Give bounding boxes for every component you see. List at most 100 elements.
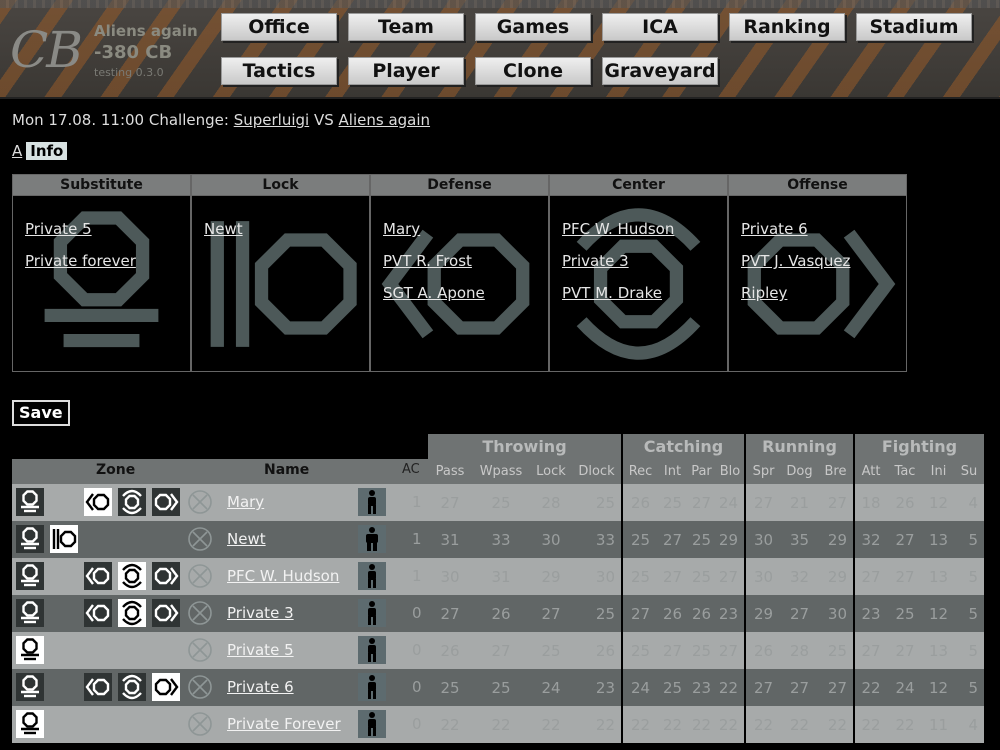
offense-zone-icon[interactable] <box>152 673 180 701</box>
stat-dlock: 26 <box>572 632 622 669</box>
zone-center: Center PFC W. Hudson Private 3 PVT M. Drake <box>549 174 728 372</box>
zone-drop-area[interactable]: Mary PVT R. Frost SGT A. Apone <box>371 196 548 372</box>
nav-clone-button[interactable]: Clone <box>475 57 591 85</box>
substitute-zone-icon[interactable] <box>16 673 44 701</box>
player-name-link[interactable]: Private 6 <box>227 678 294 696</box>
stat-wpass: 26 <box>472 595 530 632</box>
remove-icon[interactable] <box>186 488 214 516</box>
player-name-link[interactable]: PFC W. Hudson <box>227 567 339 585</box>
home-team-link[interactable]: Superluigi <box>234 111 309 129</box>
row-player-cell: Newt 1 <box>12 521 428 558</box>
tab-a[interactable]: A <box>12 142 22 160</box>
zone-title: Offense <box>729 175 906 196</box>
offense-zone-icon[interactable] <box>152 599 180 627</box>
stat-lock: 30 <box>530 521 572 558</box>
offense-zone-icon[interactable] <box>152 488 180 516</box>
zone-player-link[interactable]: Private 3 <box>562 252 674 284</box>
stat-spr: 22 <box>744 706 781 743</box>
stat-tac: 22 <box>887 706 923 743</box>
stat-dlock: 25 <box>572 595 622 632</box>
column-header-wpass: Wpass <box>472 459 530 484</box>
stat-par: 25 <box>687 632 716 669</box>
stat-par: 27 <box>687 484 716 521</box>
zone-drop-area[interactable]: PFC W. Hudson Private 3 PVT M. Drake <box>550 196 727 372</box>
table-row: Mary 1 27 25 28 25 26 25 27 24 27 21 27 18 26 12 4 <box>12 484 984 521</box>
tab-row: A Info <box>12 142 68 160</box>
zone-player-link[interactable]: Newt <box>204 220 243 252</box>
stat-rec: 26 <box>621 484 658 521</box>
row-player-cell: Mary 1 <box>12 484 428 521</box>
nav-ranking-button[interactable]: Ranking <box>729 13 845 41</box>
substitute-zone-icon[interactable] <box>16 525 44 553</box>
stat-wpass: 22 <box>472 706 530 743</box>
player-name-link[interactable]: Mary <box>227 493 264 511</box>
zone-drop-area[interactable]: Private 5 Private forever <box>13 196 190 372</box>
center-zone-icon[interactable] <box>118 673 146 701</box>
defense-zone-icon[interactable] <box>84 488 112 516</box>
remove-icon[interactable] <box>186 599 214 627</box>
player-figure-icon <box>358 710 386 738</box>
nav-office-button[interactable]: Office <box>221 13 337 41</box>
ac-column-header: AC <box>402 462 420 477</box>
zone-drop-area[interactable]: Private 6 PVT J. Vasquez Ripley <box>729 196 906 372</box>
zone-player-link[interactable]: PFC W. Hudson <box>562 220 674 252</box>
substitute-zone-icon[interactable] <box>16 636 44 664</box>
player-name-link[interactable]: Newt <box>227 530 266 548</box>
row-player-cell: Private Forever 0 <box>12 706 428 743</box>
nav-ica-button[interactable]: ICA <box>602 13 718 41</box>
save-button[interactable]: Save <box>12 400 70 426</box>
stat-dog: 27 <box>781 669 818 706</box>
zone-player-link[interactable]: Ripley <box>741 284 850 316</box>
stat-bre: 25 <box>818 632 854 669</box>
stat-int: 27 <box>658 521 687 558</box>
stat-spr: 27 <box>744 669 781 706</box>
substitute-zone-icon[interactable] <box>16 562 44 590</box>
zone-player-link[interactable]: Private 6 <box>741 220 850 252</box>
player-name-link[interactable]: Private 5 <box>227 641 294 659</box>
offense-zone-icon[interactable] <box>152 562 180 590</box>
zone-defense: Defense Mary PVT R. Frost SGT A. Apone <box>370 174 549 372</box>
nav-stadium-button[interactable]: Stadium <box>856 13 972 41</box>
defense-zone-icon[interactable] <box>84 673 112 701</box>
remove-icon[interactable] <box>186 636 214 664</box>
substitute-zone-icon[interactable] <box>16 599 44 627</box>
stat-ini: 12 <box>923 595 954 632</box>
left-header: Zone Name AC <box>12 459 428 484</box>
substitute-zone-icon[interactable] <box>16 488 44 516</box>
center-zone-icon[interactable] <box>118 599 146 627</box>
center-zone-icon[interactable] <box>118 562 146 590</box>
nav-tactics-button[interactable]: Tactics <box>221 57 337 85</box>
zone-player-link[interactable]: SGT A. Apone <box>383 284 485 316</box>
center-zone-icon[interactable] <box>118 488 146 516</box>
zone-player-link[interactable]: PVT J. Vasquez <box>741 252 850 284</box>
table-row: Private 3 0 27 26 27 25 27 26 26 23 29 27 30 23 25 12 5 <box>12 595 984 632</box>
substitute-zone-icon[interactable] <box>16 710 44 738</box>
defense-zone-icon[interactable] <box>84 599 112 627</box>
zone-player-link[interactable]: Private 5 <box>25 220 136 252</box>
zone-player-link[interactable]: PVT M. Drake <box>562 284 674 316</box>
nav-games-button[interactable]: Games <box>475 13 591 41</box>
remove-icon[interactable] <box>186 562 214 590</box>
remove-icon[interactable] <box>186 525 214 553</box>
stat-spr: 30 <box>744 521 781 558</box>
defense-zone-icon[interactable] <box>84 562 112 590</box>
stat-blo: 24 <box>716 484 745 521</box>
tab-info[interactable]: Info <box>26 142 68 160</box>
away-team-link[interactable]: Aliens again <box>339 111 431 129</box>
zone-drop-area[interactable]: Newt <box>192 196 369 372</box>
nav-graveyard-button[interactable]: Graveyard <box>602 57 718 85</box>
nav-team-button[interactable]: Team <box>348 13 464 41</box>
stat-int: 22 <box>658 706 687 743</box>
player-name-link[interactable]: Private 3 <box>227 604 294 622</box>
stat-int: 25 <box>658 484 687 521</box>
stat-par: 26 <box>687 595 716 632</box>
zone-player-link[interactable]: Private forever <box>25 252 136 284</box>
lock-zone-icon[interactable] <box>50 525 78 553</box>
zone-player-link[interactable]: Mary <box>383 220 485 252</box>
nav-player-button[interactable]: Player <box>348 57 464 85</box>
zone-player-link[interactable]: PVT R. Frost <box>383 252 485 284</box>
player-name-link[interactable]: Private Forever <box>227 715 341 733</box>
remove-icon[interactable] <box>186 710 214 738</box>
column-header-tac: Tac <box>887 459 923 484</box>
remove-icon[interactable] <box>186 673 214 701</box>
